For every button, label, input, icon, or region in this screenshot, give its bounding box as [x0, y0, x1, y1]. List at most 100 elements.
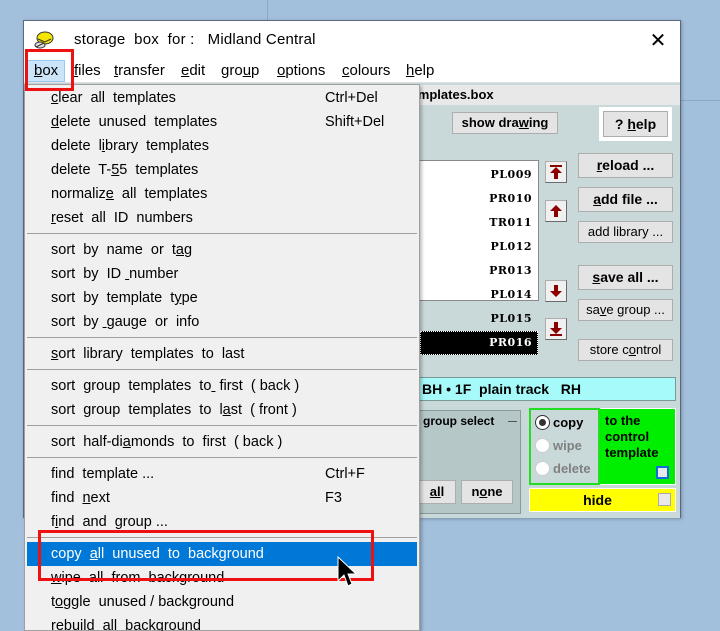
arrow-up-icon: [550, 205, 562, 217]
menu-item-shortcut: Ctrl+F: [325, 466, 365, 482]
close-icon[interactable]: ✕: [646, 28, 670, 52]
radio-wipe[interactable]: wipe: [535, 436, 582, 456]
menu-separator: [27, 425, 417, 426]
radio-delete[interactable]: delete: [535, 459, 591, 479]
menu-item-label: sort by ID number: [51, 266, 179, 282]
menu-item-clear-all-templates[interactable]: clear all templates Ctrl+Del: [27, 86, 417, 110]
move-to-bottom-button[interactable]: [545, 318, 567, 340]
template-list-item[interactable]: PR013: [420, 259, 538, 283]
group-select-box: group select all none: [418, 410, 521, 514]
menu-box[interactable]: box: [27, 60, 66, 82]
hide-checkbox[interactable]: [658, 493, 671, 506]
menu-item-find-template[interactable]: find template ... Ctrl+F: [27, 462, 417, 486]
menu-item-label: copy all unused to background: [51, 546, 264, 562]
menu-item-sort-library-templates-to-last[interactable]: sort library templates to last: [27, 342, 417, 366]
add-file-button[interactable]: add file ...: [578, 187, 673, 212]
menu-item-label: delete T-55 templates: [51, 162, 199, 178]
move-up-button[interactable]: [545, 200, 567, 222]
radio-delete-label: delete: [553, 461, 591, 476]
select-all-button[interactable]: all: [418, 480, 456, 504]
menu-separator: [27, 337, 417, 338]
menu-item-label: sort group templates to first ( back ): [51, 378, 300, 394]
menu-item-sort-half-diamonds-to-first-back[interactable]: sort half-diamonds to first ( back ): [27, 430, 417, 454]
menu-edit[interactable]: edit: [175, 60, 211, 82]
menu-item-find-and-group[interactable]: find and group ...: [27, 510, 417, 534]
menu-bar: box files transfer edit group options co…: [24, 59, 680, 83]
menu-item-label: wipe all from background: [51, 570, 225, 586]
box-menu-dropdown: clear all templates Ctrl+Del delete unused…: [24, 84, 420, 631]
group-select-label: group select: [423, 414, 495, 428]
template-list-item[interactable]: PR016: [420, 331, 538, 355]
template-list-item[interactable]: PR010: [420, 187, 538, 211]
menu-item-wipe-all-from-background[interactable]: wipe all from background: [27, 566, 417, 590]
menu-item-copy-all-unused-to-background[interactable]: copy all unused to background: [27, 542, 417, 566]
menu-separator: [27, 233, 417, 234]
add-library-button[interactable]: add library ...: [578, 221, 673, 243]
save-group-button[interactable]: save group ...: [578, 299, 673, 321]
menu-item-label: toggle unused / background: [51, 594, 235, 610]
menu-item-delete-t-55-templates[interactable]: delete T-55 templates: [27, 158, 417, 182]
radio-copy[interactable]: copy: [535, 413, 583, 433]
template-list[interactable]: PL009 PR010 TR011 PL012 PR013 PL014 PL015 PR016: [419, 160, 539, 355]
menu-colours[interactable]: colours: [336, 60, 396, 82]
show-drawing-button[interactable]: show drawing: [452, 112, 558, 134]
menu-item-reset-all-id-numbers[interactable]: reset all ID numbers: [27, 206, 417, 230]
template-list-item[interactable]: PL009: [420, 163, 538, 187]
reload-button[interactable]: reload ...: [578, 153, 673, 178]
desktop-divider: [267, 0, 268, 20]
menu-item-sort-by-id-number[interactable]: sort by ID number: [27, 262, 417, 286]
radio-copy-label: copy: [553, 415, 584, 430]
move-down-button[interactable]: [545, 280, 567, 302]
desktop-divider: [680, 100, 720, 101]
panel-text-line: control: [605, 429, 650, 444]
menu-options[interactable]: options: [271, 60, 331, 82]
menu-item-label: find template ...: [51, 466, 155, 482]
menu-separator: [27, 537, 417, 538]
menu-item-delete-unused-templates[interactable]: delete unused templates Shift+Del: [27, 110, 417, 134]
hide-bar[interactable]: hide: [529, 488, 676, 512]
title-bar: storage box for : Midland Central ✕: [24, 21, 680, 59]
panel-text-line: to the: [605, 413, 641, 428]
menu-group[interactable]: group: [215, 60, 265, 82]
control-template-checkbox[interactable]: [656, 466, 669, 479]
move-to-top-button[interactable]: [545, 161, 567, 183]
menu-separator: [27, 457, 417, 458]
menu-item-sort-by-name-or-tag[interactable]: sort by name or tag: [27, 238, 417, 262]
menu-item-delete-library-templates[interactable]: delete library templates: [27, 134, 417, 158]
menu-item-label: sort library templates to last: [51, 346, 245, 362]
radio-unchecked-icon: [535, 438, 550, 453]
menu-item-find-next[interactable]: find next F3: [27, 486, 417, 510]
menu-item-toggle-unused-background[interactable]: toggle unused / background: [27, 590, 417, 614]
select-none-button[interactable]: none: [461, 480, 513, 504]
hide-label: hide: [583, 492, 612, 508]
menu-files[interactable]: files: [68, 60, 107, 82]
menu-separator: [27, 369, 417, 370]
radio-wipe-label: wipe: [553, 438, 582, 453]
help-button-focus: ? help: [599, 107, 672, 141]
menu-item-rebuild-all-background[interactable]: rebuild all background: [27, 614, 417, 631]
menu-item-normalize-all-templates[interactable]: normalize all templates: [27, 182, 417, 206]
menu-item-label: sort by gauge or info: [51, 314, 200, 330]
menu-item-label: sort half-diamonds to first ( back ): [51, 434, 283, 450]
template-list-item[interactable]: PL015: [420, 307, 538, 331]
template-info-bar: BH • 1F plain track RH: [419, 377, 676, 401]
template-list-item[interactable]: PL012: [420, 235, 538, 259]
menu-item-sort-by-gauge-or-info[interactable]: sort by gauge or info: [27, 310, 417, 334]
arrow-bottom-icon: [550, 322, 562, 336]
menu-item-label: sort by name or tag: [51, 242, 193, 258]
template-list-item[interactable]: TR011: [420, 211, 538, 235]
radio-checked-icon: [535, 415, 550, 430]
menu-item-shortcut: Shift+Del: [325, 114, 385, 130]
window-title: storage box for : Midland Central: [74, 31, 316, 48]
menu-item-sort-group-templates-to-last-front[interactable]: sort group templates to last ( front ): [27, 398, 417, 422]
control-template-panel: to the control template: [600, 408, 676, 485]
menu-help[interactable]: help: [400, 60, 440, 82]
store-control-button[interactable]: store control: [578, 339, 673, 361]
menu-item-sort-group-templates-to-first-back[interactable]: sort group templates to first ( back ): [27, 374, 417, 398]
template-list-item[interactable]: PL014: [420, 283, 538, 307]
menu-item-sort-by-template-type[interactable]: sort by template type: [27, 286, 417, 310]
save-all-button[interactable]: save all ...: [578, 265, 673, 290]
menu-transfer[interactable]: transfer: [108, 60, 171, 82]
help-button[interactable]: ? help: [603, 111, 668, 137]
menu-item-label: reset all ID numbers: [51, 210, 193, 226]
